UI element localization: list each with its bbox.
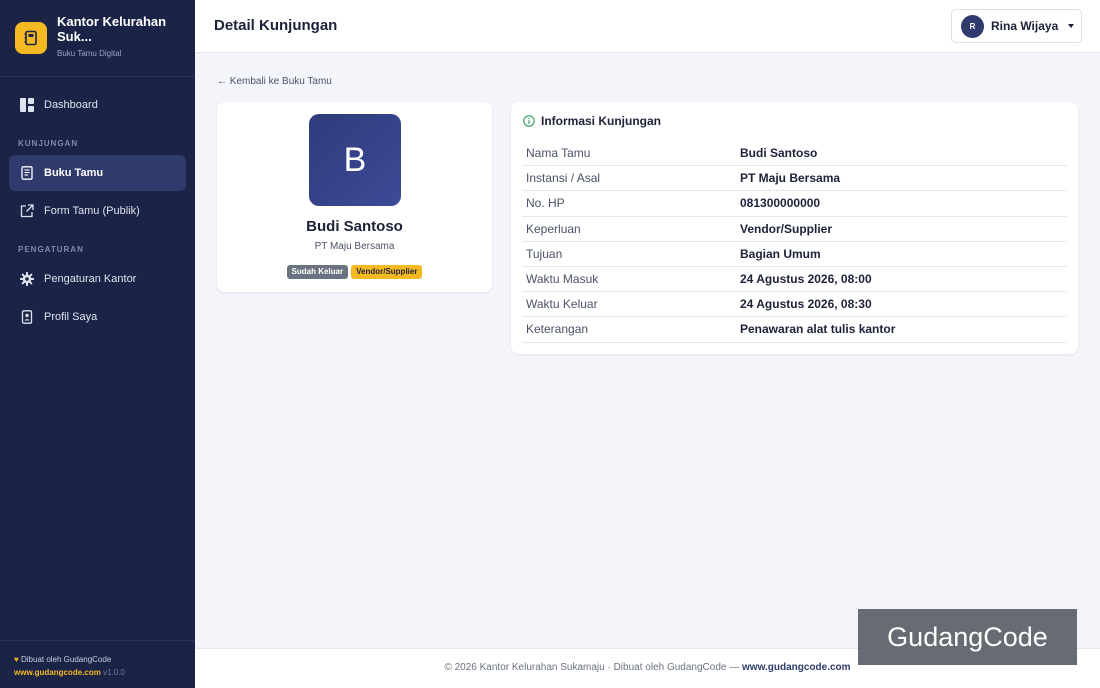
info-value: Penawaran alat tulis kantor bbox=[740, 322, 896, 337]
info-row: Tujuan Bagian Umum bbox=[522, 242, 1067, 267]
info-label: Instansi / Asal bbox=[526, 171, 601, 186]
status-badge: Sudah Keluar bbox=[286, 265, 349, 279]
info-row: Waktu Masuk 24 Agustus 2026, 08:00 bbox=[522, 267, 1067, 293]
info-label: Waktu Keluar bbox=[526, 297, 598, 312]
info-value: Bagian Umum bbox=[740, 246, 821, 261]
profile-badge-icon bbox=[19, 309, 35, 325]
user-name: Rina Wijaya bbox=[991, 19, 1059, 33]
sidebar-footer: ♥ Dibuat oleh GudangCode www.gudangcode.… bbox=[0, 640, 195, 688]
sidebar-item-label: Profil Saya bbox=[44, 311, 98, 323]
visit-info-card: Informasi Kunjungan Nama Tamu Budi Santos… bbox=[511, 102, 1078, 354]
info-label: Nama Tamu bbox=[526, 146, 591, 161]
sidebar-item-form-tamu[interactable]: Form Tamu (Publik) bbox=[9, 193, 186, 229]
brand[interactable]: Kantor Kelurahan Suk... Buku Tamu Digita… bbox=[0, 0, 195, 77]
sidebar-item-label: Form Tamu (Publik) bbox=[44, 205, 140, 217]
sidebar-item-dashboard[interactable]: Dashboard bbox=[9, 87, 186, 123]
info-label: Keterangan bbox=[526, 322, 589, 337]
info-value: Vendor/Supplier bbox=[740, 221, 833, 236]
top-header: Detail Kunjungan R Rina Wijaya bbox=[195, 0, 1100, 53]
brand-subtitle: Buku Tamu Digital bbox=[57, 49, 122, 58]
info-title-text: Informasi Kunjungan bbox=[541, 114, 661, 128]
brand-title: Kantor Kelurahan Suk... bbox=[57, 14, 167, 44]
info-value: 24 Agustus 2026, 08:00 bbox=[740, 272, 872, 287]
info-row: Instansi / Asal PT Maju Bersama bbox=[522, 166, 1067, 192]
sidebar-item-pengaturan-kantor[interactable]: Pengaturan Kantor bbox=[9, 261, 186, 297]
sidebar-item-buku-tamu[interactable]: Buku Tamu bbox=[9, 155, 186, 191]
guestbook-icon bbox=[15, 22, 47, 54]
external-link-icon bbox=[19, 203, 35, 219]
visitor-avatar: B bbox=[309, 114, 401, 206]
info-row: No. HP 081300000000 bbox=[522, 191, 1067, 217]
section-label-kunjungan: KUNJUNGAN bbox=[18, 139, 79, 148]
page-title: Detail Kunjungan bbox=[214, 17, 338, 34]
journal-icon bbox=[19, 165, 35, 181]
info-row: Nama Tamu Budi Santoso bbox=[522, 141, 1067, 167]
info-circle-icon bbox=[523, 115, 535, 127]
version-text: v1.0.0 bbox=[103, 668, 125, 677]
sidebar-item-profil-saya[interactable]: Profil Saya bbox=[9, 299, 186, 335]
info-label: Waktu Masuk bbox=[526, 272, 599, 287]
info-value: Budi Santoso bbox=[740, 146, 818, 161]
section-label-pengaturan: PENGATURAN bbox=[18, 245, 84, 254]
avatar: R bbox=[961, 14, 984, 38]
dashboard-icon bbox=[19, 97, 35, 113]
footer-link[interactable]: www.gudangcode.com bbox=[742, 662, 851, 673]
gear-icon bbox=[19, 271, 35, 287]
sidebar-item-label: Buku Tamu bbox=[44, 167, 104, 179]
sidebar: Kantor Kelurahan Suk... Buku Tamu Digita… bbox=[0, 0, 195, 688]
info-label: Tujuan bbox=[526, 246, 563, 261]
sidebar-item-label: Pengaturan Kantor bbox=[44, 273, 137, 285]
info-table: Nama Tamu Budi Santoso Instansi / Asal PT … bbox=[522, 141, 1067, 343]
info-label: Keperluan bbox=[526, 221, 581, 236]
info-value: 24 Agustus 2026, 08:30 bbox=[740, 297, 872, 312]
info-value: PT Maju Bersama bbox=[740, 171, 841, 186]
visitor-organization: PT Maju Bersama bbox=[314, 241, 395, 252]
user-menu-dropdown[interactable]: R Rina Wijaya bbox=[951, 9, 1082, 43]
visitor-profile-card: B Budi Santoso PT Maju Bersama Sudah Kel… bbox=[217, 102, 492, 292]
info-label: No. HP bbox=[526, 196, 565, 211]
info-card-title: Informasi Kunjungan bbox=[523, 114, 661, 128]
copyright-text: © 2026 Kantor Kelurahan Sukamaju · Dibua… bbox=[444, 662, 743, 673]
watermark: GudangCode bbox=[858, 609, 1077, 665]
sidebar-item-label: Dashboard bbox=[44, 99, 98, 111]
back-to-guestbook-link[interactable]: ← Kembali ke Buku Tamu bbox=[217, 76, 332, 87]
info-value: 081300000000 bbox=[740, 196, 821, 211]
info-row: Keterangan Penawaran alat tulis kantor bbox=[522, 317, 1067, 343]
made-by-text: Dibuat oleh GudangCode bbox=[20, 655, 112, 664]
footer-website-link[interactable]: www.gudangcode.com bbox=[14, 668, 101, 677]
heart-icon: ♥ bbox=[14, 655, 19, 664]
badge-group: Sudah Keluar Vendor/Supplier bbox=[217, 265, 492, 279]
info-row: Keperluan Vendor/Supplier bbox=[522, 217, 1067, 242]
info-row: Waktu Keluar 24 Agustus 2026, 08:30 bbox=[522, 292, 1067, 318]
visitor-name: Budi Santoso bbox=[306, 218, 403, 235]
category-badge: Vendor/Supplier bbox=[351, 265, 423, 279]
chevron-down-icon bbox=[1068, 24, 1075, 28]
